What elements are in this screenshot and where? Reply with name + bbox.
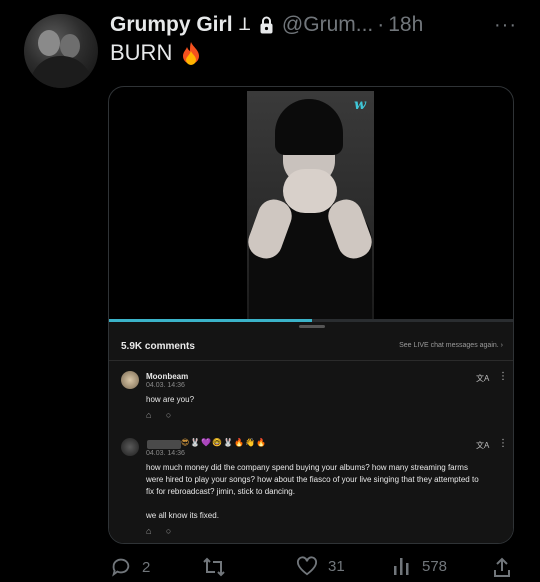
comment-actions[interactable]: ⌂ ○ xyxy=(146,526,177,536)
comments-count: 5.9K comments xyxy=(121,341,195,352)
user-handle[interactable]: @Grum... xyxy=(282,13,373,37)
see-live-link[interactable]: See LIVE chat messages again. › xyxy=(399,342,503,349)
comments-panel: 5.9K comments See LIVE chat messages aga… xyxy=(109,322,513,543)
retweet-icon xyxy=(203,557,225,577)
comment-author-emojis[interactable]: 😎🐰💜🤓🐰🔥👋🔥 xyxy=(181,438,267,447)
divider xyxy=(109,360,513,361)
retweet-button[interactable] xyxy=(202,556,236,578)
reply-icon xyxy=(112,558,130,577)
tweet-text: BURN xyxy=(110,40,202,66)
comment-author[interactable]: Moonbeam xyxy=(146,372,188,381)
tweet-header: Grumpy Girl ꓕ @Grum... · 18h xyxy=(110,10,423,40)
heart-icon xyxy=(297,556,317,576)
lock-icon xyxy=(259,16,274,34)
author-avatar[interactable] xyxy=(24,14,98,88)
video-figure xyxy=(275,99,343,155)
weverse-logo: w xyxy=(353,97,366,113)
like-button[interactable]: 31 xyxy=(296,556,345,576)
share-icon xyxy=(494,557,510,577)
comment-avatar[interactable] xyxy=(121,371,139,389)
fire-icon xyxy=(180,41,202,65)
comment-text-line: were hired to play your songs? how about… xyxy=(146,475,479,484)
name-symbol: ꓕ xyxy=(239,15,250,34)
translate-icon[interactable]: 文A xyxy=(476,440,489,451)
views-icon xyxy=(394,558,409,575)
comment-text-line: how much money did the company spend buy… xyxy=(146,463,468,472)
separator-dot: · xyxy=(377,13,385,36)
like-count: 31 xyxy=(328,557,345,575)
comment-date: 04.03. 14:36 xyxy=(146,450,185,457)
more-vertical-icon[interactable]: ⋮ xyxy=(498,438,508,449)
reply-count: 2 xyxy=(142,558,151,576)
views-button[interactable]: 578 xyxy=(392,556,447,576)
drag-handle[interactable] xyxy=(299,325,325,328)
comment-text-line: we all know its fixed. xyxy=(146,511,219,520)
media-card[interactable]: w 5.9K comments See LIVE chat messages a… xyxy=(108,86,514,544)
comment-actions[interactable]: ⌂ ○ xyxy=(146,410,177,420)
translate-icon[interactable]: 文A xyxy=(476,373,489,384)
display-name[interactable]: Grumpy Girl xyxy=(110,13,233,37)
blurred-username xyxy=(147,440,181,449)
share-button[interactable] xyxy=(492,556,512,578)
video-figure xyxy=(283,169,337,213)
comment-text: how are you? xyxy=(146,395,195,404)
more-vertical-icon[interactable]: ⋮ xyxy=(498,371,508,382)
more-options-icon[interactable]: ··· xyxy=(494,14,517,37)
comment-avatar[interactable] xyxy=(121,438,139,456)
tweet-action-bar: 2 31 578 xyxy=(0,556,540,582)
tweet-body: BURN xyxy=(110,40,173,65)
avatar-figure xyxy=(38,30,60,56)
tweet-timestamp[interactable]: 18h xyxy=(388,13,423,37)
comment-date: 04.03. 14:36 xyxy=(146,382,185,389)
avatar-figure xyxy=(30,56,92,88)
reply-button[interactable]: 2 xyxy=(110,556,150,578)
views-count: 578 xyxy=(422,557,448,575)
avatar-figure xyxy=(60,34,80,58)
video-frame[interactable]: w xyxy=(247,91,374,319)
comment-text-line: fix for rebroadcast? jimin, stick to dan… xyxy=(146,487,295,496)
